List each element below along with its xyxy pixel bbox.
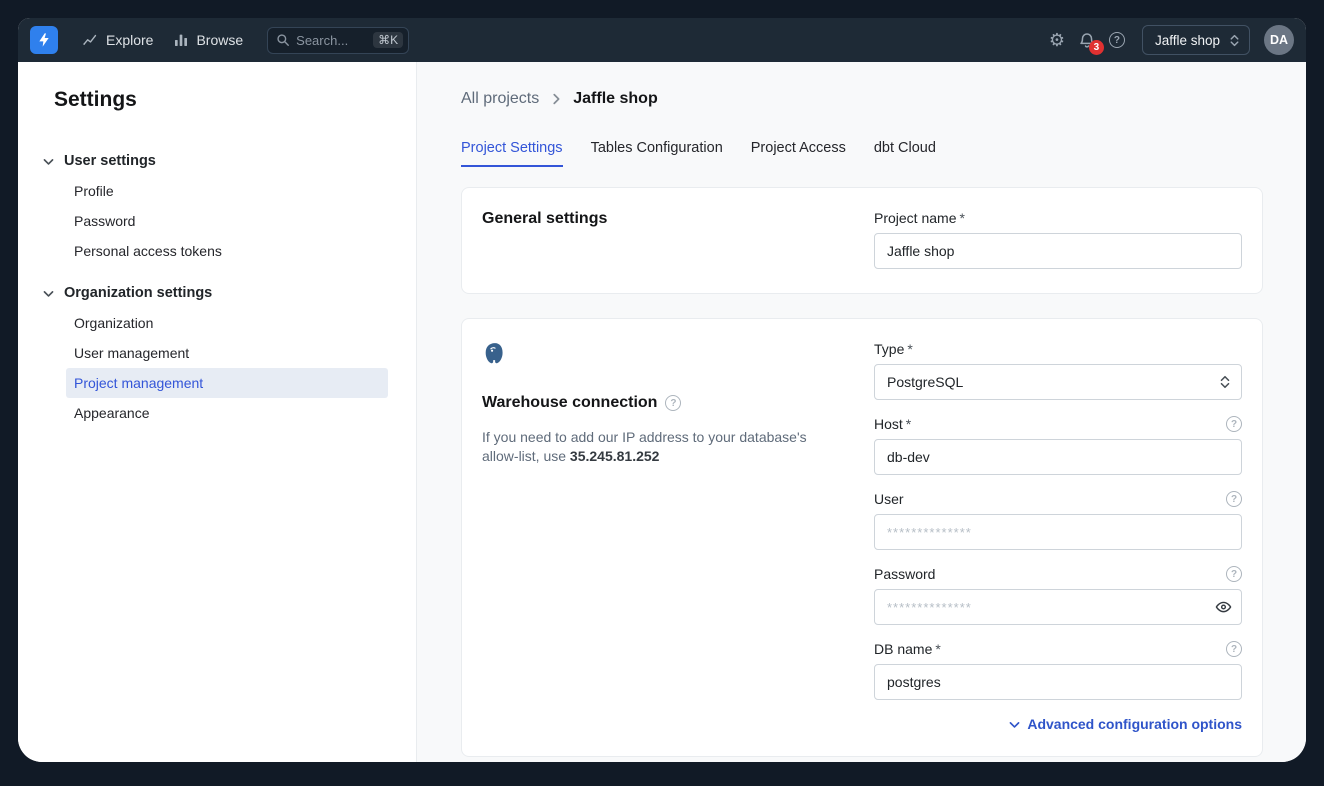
- breadcrumb: All projects Jaffle shop: [461, 90, 1306, 108]
- settings-gear-button[interactable]: ⚙: [1042, 25, 1072, 55]
- postgresql-icon: [482, 341, 844, 372]
- sidebar-section-header-organization-settings[interactable]: Organization settings: [18, 278, 416, 308]
- app-logo[interactable]: [30, 26, 58, 54]
- password-input[interactable]: [874, 589, 1242, 625]
- sidebar-item-password[interactable]: Password: [66, 206, 388, 236]
- general-settings-title: General settings: [482, 210, 844, 228]
- project-selector-value: Jaffle shop: [1155, 33, 1220, 48]
- sidebar-section-organization-settings: Organization settings Organization User …: [18, 278, 416, 428]
- project-name-label: Project name*: [874, 210, 965, 226]
- chevron-up-down-icon: [1218, 375, 1232, 389]
- lightning-bolt-icon: [36, 32, 52, 48]
- warehouse-connection-card: Warehouse connection ? If you need to ad…: [461, 318, 1263, 757]
- nav-item-browse[interactable]: Browse: [163, 26, 253, 54]
- required-mark: *: [959, 210, 964, 226]
- sidebar-item-user-management[interactable]: User management: [66, 338, 388, 368]
- main-content: All projects Jaffle shop Project Setting…: [417, 62, 1306, 762]
- tab-dbt-cloud[interactable]: dbt Cloud: [874, 140, 936, 167]
- ip-address: 35.245.81.252: [570, 448, 660, 464]
- sidebar-item-project-management[interactable]: Project management: [66, 368, 388, 398]
- nav-explore-label: Explore: [106, 32, 153, 48]
- host-label: Host*: [874, 416, 911, 432]
- nav-browse-label: Browse: [196, 32, 243, 48]
- help-button[interactable]: ?: [1102, 25, 1132, 55]
- avatar-initials: DA: [1270, 33, 1288, 47]
- project-settings-tabs: Project Settings Tables Configuration Pr…: [461, 140, 1306, 167]
- help-icon[interactable]: ?: [1226, 566, 1242, 582]
- top-navbar: Explore Browse ⌘K ⚙ 3 ?: [18, 18, 1306, 62]
- host-input[interactable]: [874, 439, 1242, 475]
- eye-icon[interactable]: [1215, 599, 1232, 616]
- sidebar-item-personal-access-tokens[interactable]: Personal access tokens: [66, 236, 388, 266]
- gear-icon: ⚙: [1049, 30, 1065, 51]
- app-frame: Explore Browse ⌘K ⚙ 3 ?: [18, 18, 1306, 762]
- help-icon[interactable]: ?: [665, 395, 681, 411]
- global-search[interactable]: ⌘K: [267, 27, 409, 54]
- chevron-down-icon: [1008, 718, 1021, 731]
- user-label: User: [874, 491, 904, 507]
- sidebar-section-label: User settings: [64, 153, 156, 169]
- ip-allowlist-description: If you need to add our IP address to you…: [482, 428, 827, 466]
- bar-chart-icon: [173, 32, 189, 48]
- tab-project-access[interactable]: Project Access: [751, 140, 846, 167]
- settings-sidebar: Settings User settings Profile Password …: [18, 62, 417, 762]
- db-name-label: DB name*: [874, 641, 941, 657]
- nav-item-explore[interactable]: Explore: [72, 26, 163, 55]
- chevron-down-icon: [42, 155, 55, 168]
- search-input[interactable]: [296, 33, 367, 48]
- sidebar-item-appearance[interactable]: Appearance: [66, 398, 388, 428]
- line-chart-icon: [82, 32, 99, 49]
- warehouse-type-select[interactable]: [874, 364, 1242, 400]
- sidebar-item-profile[interactable]: Profile: [66, 176, 388, 206]
- required-mark: *: [907, 341, 912, 357]
- required-mark: *: [906, 416, 911, 432]
- db-name-input[interactable]: [874, 664, 1242, 700]
- page-title: Settings: [54, 88, 416, 112]
- help-icon[interactable]: ?: [1226, 491, 1242, 507]
- chevron-down-icon: [42, 287, 55, 300]
- user-avatar[interactable]: DA: [1264, 25, 1294, 55]
- warehouse-connection-title: Warehouse connection: [482, 394, 657, 412]
- chevron-right-icon: [549, 92, 563, 106]
- tab-project-settings[interactable]: Project Settings: [461, 140, 563, 167]
- sidebar-section-header-user-settings[interactable]: User settings: [18, 146, 416, 176]
- general-settings-card: General settings Project name*: [461, 187, 1263, 294]
- help-icon[interactable]: ?: [1226, 416, 1242, 432]
- tab-tables-configuration[interactable]: Tables Configuration: [591, 140, 723, 167]
- type-label: Type*: [874, 341, 913, 357]
- breadcrumb-current-project: Jaffle shop: [573, 90, 657, 108]
- search-icon: [276, 33, 290, 47]
- user-input[interactable]: [874, 514, 1242, 550]
- chevron-up-down-icon: [1228, 34, 1241, 47]
- help-icon: ?: [1109, 32, 1125, 48]
- required-mark: *: [935, 641, 940, 657]
- password-label: Password: [874, 566, 935, 582]
- help-icon[interactable]: ?: [1226, 641, 1242, 657]
- sidebar-section-user-settings: User settings Profile Password Personal …: [18, 146, 416, 266]
- notifications-button[interactable]: 3: [1072, 25, 1102, 55]
- project-name-input[interactable]: [874, 233, 1242, 269]
- sidebar-section-label: Organization settings: [64, 285, 212, 301]
- advanced-configuration-link[interactable]: Advanced configuration options: [874, 716, 1242, 732]
- sidebar-item-organization[interactable]: Organization: [66, 308, 388, 338]
- search-shortcut-badge: ⌘K: [373, 32, 403, 48]
- project-selector-dropdown[interactable]: Jaffle shop: [1142, 25, 1250, 55]
- advanced-configuration-label: Advanced configuration options: [1027, 716, 1242, 732]
- breadcrumb-all-projects[interactable]: All projects: [461, 90, 539, 108]
